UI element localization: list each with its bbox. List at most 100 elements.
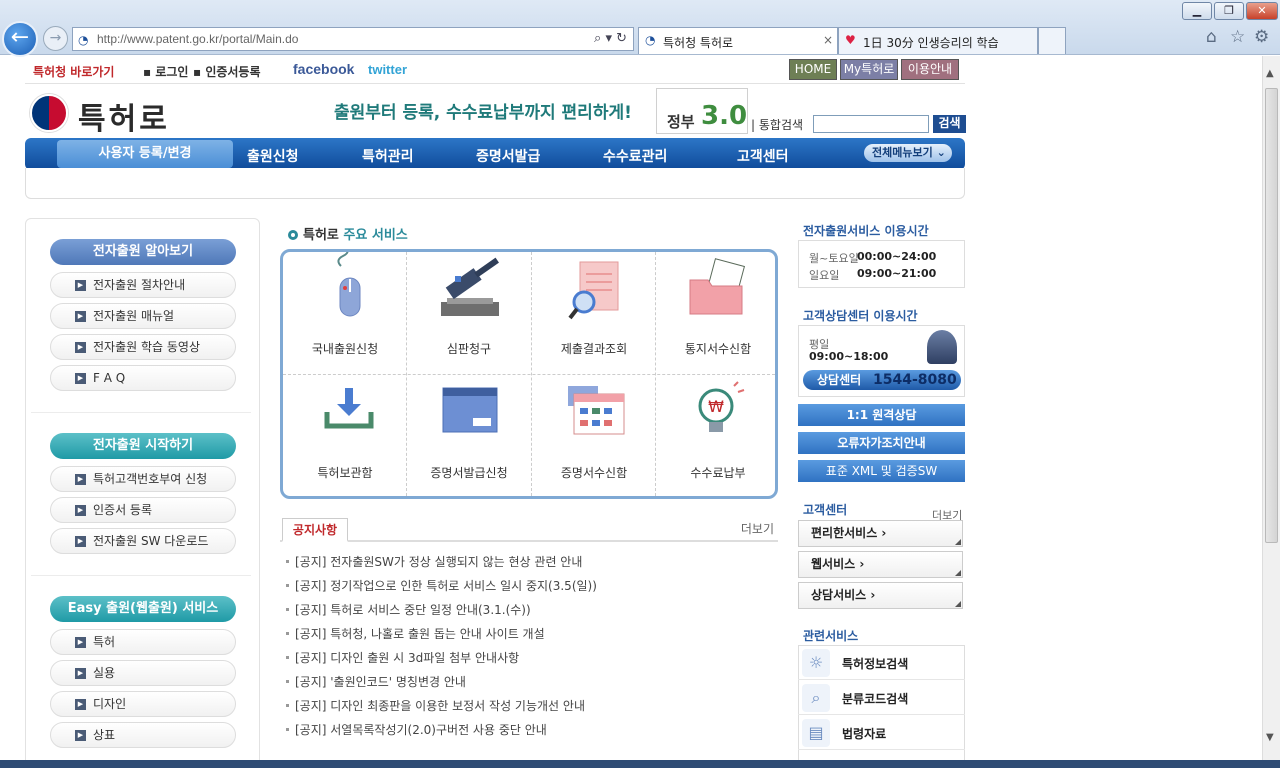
cs-hours-box: 평일 09:00~18:00 상담센터 1544-8080 — [798, 325, 965, 397]
section-title-learn[interactable]: 전자출원 알아보기 — [50, 239, 236, 265]
service-trial-request[interactable]: 심판청구 — [407, 252, 531, 376]
notice-text: [공지] '출원인코드' 명칭변경 안내 — [295, 675, 466, 689]
browser-chrome: ▁ ❐ ✕ ← → ◔ http://www.patent.go.kr/port… — [0, 0, 1280, 57]
convenient-service-button[interactable]: 편리한서비스 › — [798, 520, 963, 547]
sidebar-item[interactable]: ▶ 전자출원 절차안내 — [50, 272, 236, 298]
sidebar-item[interactable]: ▶ 실용 — [50, 660, 236, 686]
settings-gear-icon[interactable]: ⚙ — [1254, 27, 1269, 47]
notice-item[interactable]: [공지] 정기작업으로 인한 특허로 서비스 일시 중지(3.5(일)) — [286, 577, 597, 594]
notice-item[interactable]: [공지] 서열목록작성기(2.0)구버전 사용 중단 안내 — [286, 721, 547, 738]
facebook-link[interactable]: facebook — [293, 61, 354, 77]
service-patent-storage[interactable]: 특허보관함 — [283, 376, 407, 500]
sidebar-item-label: 실용 — [93, 666, 116, 680]
new-tab-button[interactable] — [1038, 27, 1066, 54]
home-icon[interactable]: ⌂ — [1206, 27, 1217, 47]
section-title-easy[interactable]: Easy 출원(웹출원) 서비스 — [50, 596, 236, 622]
notice-more-link[interactable]: 더보기 — [741, 520, 774, 537]
scroll-up-icon[interactable]: ▲ — [1266, 68, 1274, 79]
restore-button[interactable]: ❐ — [1214, 2, 1244, 20]
related-law-data[interactable]: ▤ 법령자료 — [798, 715, 965, 750]
sidebar-item[interactable]: ▶ 특허 — [50, 629, 236, 655]
search-refresh-icon[interactable]: ⌕ ▾ ↻ — [594, 31, 627, 46]
nav-patent-manage[interactable]: 특허관리 — [362, 146, 414, 166]
service-fee-payment[interactable]: ₩ 수수료납부 — [656, 376, 780, 500]
related-class-code-search[interactable]: ⌕ 분류코드검색 — [798, 680, 965, 715]
scroll-down-icon[interactable]: ▼ — [1266, 732, 1274, 743]
sidebar-item[interactable]: ▶ 특허고객번호부여 신청 — [50, 466, 236, 492]
sidebar-item-label: 디자인 — [93, 697, 127, 711]
tab-close-icon[interactable]: × — [823, 33, 833, 47]
sidebar-item[interactable]: ▶ 인증서 등록 — [50, 497, 236, 523]
divider — [31, 412, 251, 413]
service-label: 제출결과조회 — [560, 342, 628, 356]
back-button[interactable]: ← — [2, 21, 38, 57]
gov-badge-text: 정부 — [667, 113, 695, 131]
tab-notice[interactable]: 공지사항 — [282, 518, 348, 542]
forward-button[interactable]: → — [43, 26, 68, 51]
twitter-link[interactable]: twitter — [368, 62, 407, 77]
corner-icon — [955, 601, 961, 607]
search-button[interactable]: 검색 — [933, 115, 966, 133]
hours-time: 00:00~24:00 — [857, 250, 937, 263]
service-notification-inbox[interactable]: 통지서수신함 — [656, 252, 780, 376]
left-sidebar: 전자출원 알아보기 ▶ 전자출원 절차안내 ▶ 전자출원 매뉴얼 ▶ 전자출원 학습 … — [25, 218, 260, 760]
service-domestic-apply[interactable]: 국내출원신청 — [283, 247, 407, 376]
notice-item[interactable]: [공지] '출원인코드' 명칭변경 안내 — [286, 673, 466, 690]
my-patent-button[interactable]: My특허로 — [840, 59, 898, 80]
kipo-quick-link[interactable]: 특허청 바로가기 — [33, 63, 114, 80]
cert-register-link[interactable]: ▪ 인증서등록 — [193, 63, 261, 80]
corner-icon — [955, 539, 961, 545]
notice-item[interactable]: [공지] 특허로 서비스 중단 일정 안내(3.1.(수)) — [286, 601, 531, 618]
nav-certificate[interactable]: 증명서발급 — [476, 146, 540, 166]
notice-item[interactable]: [공지] 디자인 출원 시 3d파일 첨부 안내사항 — [286, 649, 519, 666]
sidebar-item[interactable]: ▶ 디자인 — [50, 691, 236, 717]
nav-apply[interactable]: 출원신청 — [247, 146, 299, 166]
nav-user-register[interactable]: 사용자 등록/변경 — [57, 140, 233, 168]
vertical-scrollbar[interactable]: ▲ ▼ — [1262, 56, 1280, 760]
top-link-bar: 특허청 바로가기 ▪ 로그인 ▪ 인증서등록 facebook twitter … — [25, 57, 965, 84]
notice-item[interactable]: [공지] 특허청, 나홀로 출원 돕는 안내 사이트 개설 — [286, 625, 545, 642]
service-certificate-apply[interactable]: 증명서발급신청 — [407, 376, 531, 500]
sidebar-item[interactable]: ▶ 전자출원 SW 다운로드 — [50, 528, 236, 554]
error-self-fix-button[interactable]: 오류자가조치안내 — [798, 432, 965, 454]
home-button[interactable]: HOME — [789, 59, 837, 80]
minimize-button[interactable]: ▁ — [1182, 2, 1212, 20]
close-window-button[interactable]: ✕ — [1246, 2, 1278, 20]
csbtn-label: 상담서비스 — [811, 588, 867, 602]
search-input[interactable] — [813, 115, 929, 133]
xml-validation-button[interactable]: 표준 XML 및 검증SW — [798, 460, 965, 482]
web-service-button[interactable]: 웹서비스 › — [798, 551, 963, 578]
all-menu-button[interactable]: 전체메뉴보기 ⌄ — [864, 144, 952, 162]
nav-customer-center[interactable]: 고객센터 — [737, 146, 789, 166]
tab-favicon-icon: ◔ — [645, 33, 656, 47]
favorites-star-icon[interactable]: ☆ — [1230, 27, 1245, 47]
sidebar-item[interactable]: ▶ 전자출원 학습 동영상 — [50, 334, 236, 360]
nav-fee[interactable]: 수수료관리 — [603, 146, 667, 166]
sidebar-item[interactable]: ▶ 전자출원 매뉴얼 — [50, 303, 236, 329]
consult-service-button[interactable]: 상담서비스 › — [798, 582, 963, 609]
browser-tab[interactable]: ♥ 1日 30分 인생승리의 학습 — [838, 27, 1038, 54]
bullet-arrow-icon: ▶ — [75, 373, 86, 384]
remote-consult-button[interactable]: 1:1 원격상담 — [798, 404, 965, 426]
sidebar-item[interactable]: ▶ 상표 — [50, 722, 236, 748]
download-tray-icon — [324, 388, 374, 429]
service-certificate-inbox[interactable]: 증명서수신함 — [532, 376, 656, 500]
cs-phone-banner[interactable]: 상담센터 1544-8080 — [803, 370, 961, 390]
browser-tab-active[interactable]: ◔ 특허청 특허로 × — [638, 27, 838, 54]
service-submission-result[interactable]: 제출결과조회 — [532, 252, 656, 376]
notice-item[interactable]: [공지] 전자출원SW가 정상 실행되지 않는 현상 관련 안내 — [286, 553, 582, 570]
tab-title: 특허청 특허로 — [663, 36, 734, 50]
scroll-thumb[interactable] — [1265, 88, 1278, 543]
bullet-arrow-icon: ▶ — [75, 536, 86, 547]
usage-guide-button[interactable]: 이용안내 — [901, 59, 959, 80]
corner-icon — [955, 570, 961, 576]
sidebar-item[interactable]: ▶ F A Q — [50, 365, 236, 391]
hours-time: 09:00~21:00 — [857, 267, 937, 280]
related-patent-search[interactable]: ☼ 특허정보검색 — [798, 645, 965, 680]
bullet-icon — [286, 608, 289, 611]
notice-item[interactable]: [공지] 디자인 최종판을 이용한 보정서 작성 기능개선 안내 — [286, 697, 585, 714]
section-title-start[interactable]: 전자출원 시작하기 — [50, 433, 236, 459]
login-link[interactable]: ▪ 로그인 — [143, 63, 188, 80]
address-bar[interactable]: ◔ http://www.patent.go.kr/portal/Main.do… — [72, 27, 634, 51]
services-title: 특허로 주요 서비스 — [288, 224, 408, 243]
